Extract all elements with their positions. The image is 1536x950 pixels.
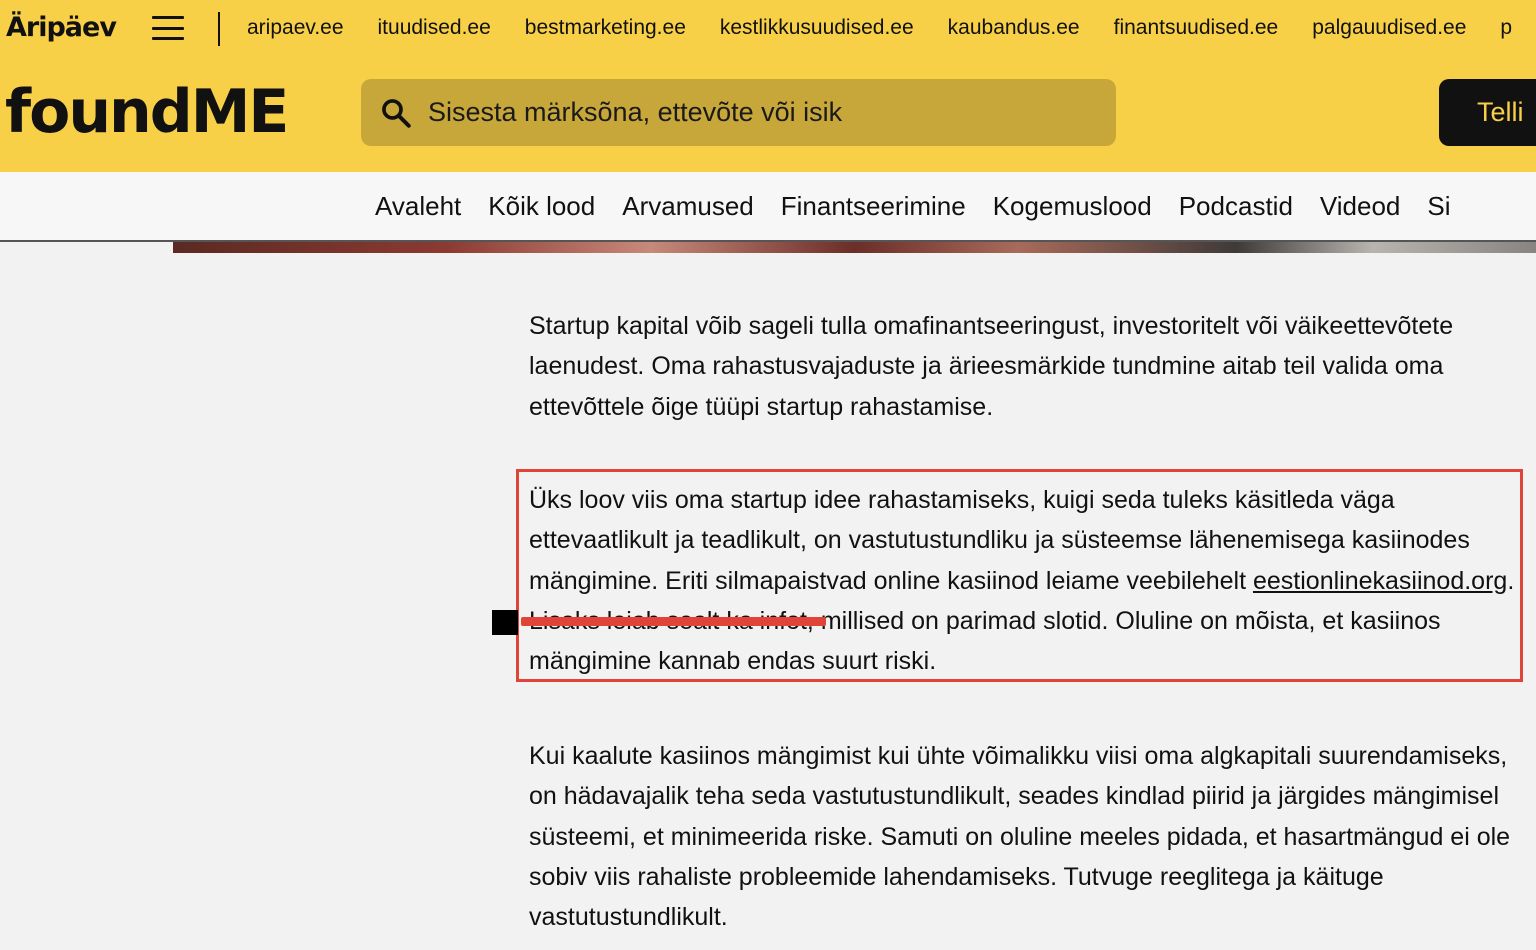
site-link-truncated[interactable]: p	[1500, 16, 1512, 40]
nav-item-truncated[interactable]: Si	[1427, 191, 1450, 222]
article-paragraph-1: Startup kapital võib sageli tulla omafin…	[529, 312, 1454, 421]
site-link-finantsuudised[interactable]: finantsuudised.ee	[1114, 16, 1279, 40]
hero-image-strip	[173, 242, 1536, 253]
nav-item-kogemuslood[interactable]: Kogemuslood	[993, 191, 1152, 222]
nav-item-arvamused[interactable]: Arvamused	[622, 191, 754, 222]
subscribe-button[interactable]: Telli	[1439, 79, 1536, 146]
article-paragraph-3: Kui kaalute kasiinos mängimist kui ühte …	[529, 742, 1511, 932]
article-paragraph-2: Üks loov viis oma startup idee rahastami…	[529, 480, 1529, 681]
site-header: Äripäev aripaev.ee ituudised.ee bestmark…	[0, 0, 1536, 172]
site-link-kestlikkusuudised[interactable]: kestlikkusuudised.ee	[720, 16, 914, 40]
search-bar	[361, 79, 1116, 146]
header-divider	[218, 12, 220, 46]
site-link-kaubandus[interactable]: kaubandus.ee	[948, 16, 1080, 40]
nav-item-avaleht[interactable]: Avaleht	[375, 191, 461, 222]
site-link-ituudised[interactable]: ituudised.ee	[378, 16, 491, 40]
casino-site-link[interactable]: eestionlinekasiinod.org	[1253, 567, 1507, 595]
site-link-palgauudised[interactable]: palgauudised.ee	[1312, 16, 1466, 40]
nav-item-podcastid[interactable]: Podcastid	[1179, 191, 1293, 222]
menu-icon[interactable]	[152, 16, 184, 40]
partner-sites-nav: aripaev.ee ituudised.ee bestmarketing.ee…	[247, 0, 1536, 56]
annotation-marker	[492, 610, 518, 635]
main-nav: Avaleht Kõik lood Arvamused Finantseerim…	[0, 172, 1536, 242]
site-link-aripaev[interactable]: aripaev.ee	[247, 16, 344, 40]
aripaev-brand-logo[interactable]: Äripäev	[6, 10, 117, 46]
nav-item-videod[interactable]: Videod	[1320, 191, 1401, 222]
foundme-logo[interactable]: foundME	[5, 74, 289, 150]
search-input[interactable]	[428, 79, 1098, 146]
nav-item-koik-lood[interactable]: Kõik lood	[488, 191, 595, 222]
site-link-bestmarketing[interactable]: bestmarketing.ee	[525, 16, 686, 40]
nav-item-finantseerimine[interactable]: Finantseerimine	[781, 191, 966, 222]
search-icon[interactable]	[379, 96, 413, 130]
